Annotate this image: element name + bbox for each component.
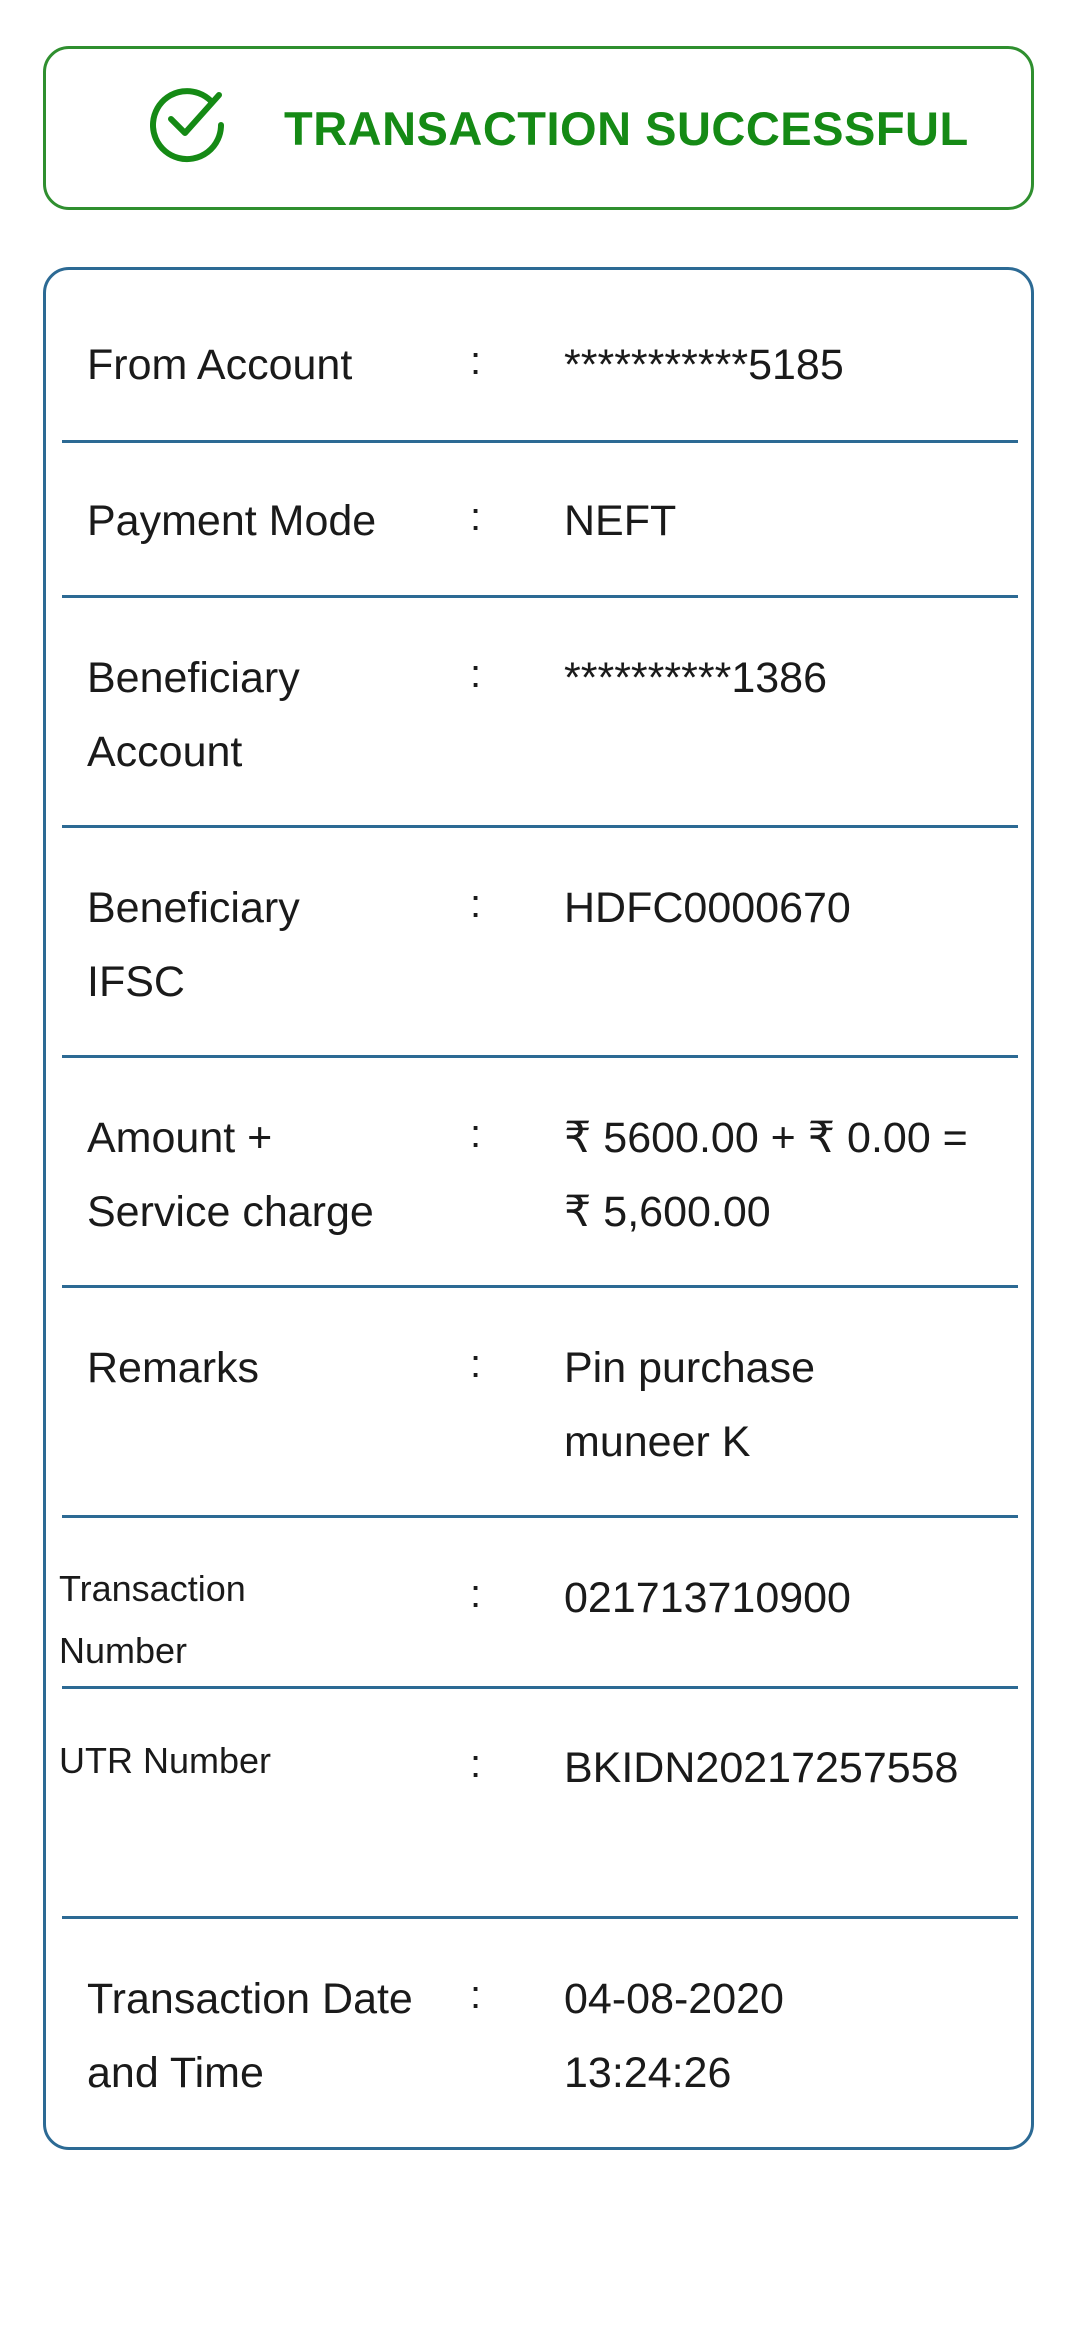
transaction-status-banner: TRANSACTION SUCCESSFUL [43,46,1034,210]
utr-number-value: BKIDN20217257558 [564,1744,959,1792]
row-divider [62,1916,1018,1919]
utr-number-colon: : [470,1742,482,1786]
row-divider [62,1285,1018,1288]
remarks-label: Remarks [87,1344,260,1392]
transaction-datetime-colon: : [470,1973,482,2017]
beneficiary-account-label: Beneficiary Account [87,654,300,776]
row-divider [62,595,1018,598]
beneficiary-account-value: **********1386 [564,654,827,702]
transaction-datetime-value: 04-08-2020 13:24:26 [564,1975,784,2097]
amount-label: Amount + Service charge [87,1114,374,1236]
from-account-colon: : [470,339,482,383]
row-divider [62,825,1018,828]
payment-mode-value: NEFT [564,497,677,545]
from-account-value: ***********5185 [564,341,844,389]
amount-colon: : [470,1112,482,1156]
row-divider [62,1055,1018,1058]
row-divider [62,1686,1018,1689]
row-divider [62,440,1018,443]
payment-mode-colon: : [470,495,482,539]
utr-number-label: UTR Number [59,1740,272,1781]
row-divider [62,1515,1018,1518]
transaction-number-label: Transaction Number [59,1568,246,1671]
beneficiary-ifsc-label: Beneficiary IFSC [87,884,300,1006]
transaction-number-value: 021713710900 [564,1574,851,1622]
transaction-datetime-label: Transaction Date and Time [87,1975,413,2097]
beneficiary-account-colon: : [470,652,482,696]
remarks-value: Pin purchase muneer K [564,1344,815,1466]
transaction-details-card: From Account : ***********5185 Payment M… [43,267,1034,2150]
check-circle-icon [150,88,224,163]
status-text: TRANSACTION SUCCESSFUL [284,102,969,155]
payment-mode-label: Payment Mode [87,497,377,545]
from-account-label: From Account [87,341,353,389]
beneficiary-ifsc-value: HDFC0000670 [564,884,851,932]
amount-value: ₹ 5600.00 + ₹ 0.00 = ₹ 5,600.00 [564,1114,968,1236]
beneficiary-ifsc-colon: : [470,882,482,926]
remarks-colon: : [470,1342,482,1386]
transaction-number-colon: : [470,1572,482,1616]
